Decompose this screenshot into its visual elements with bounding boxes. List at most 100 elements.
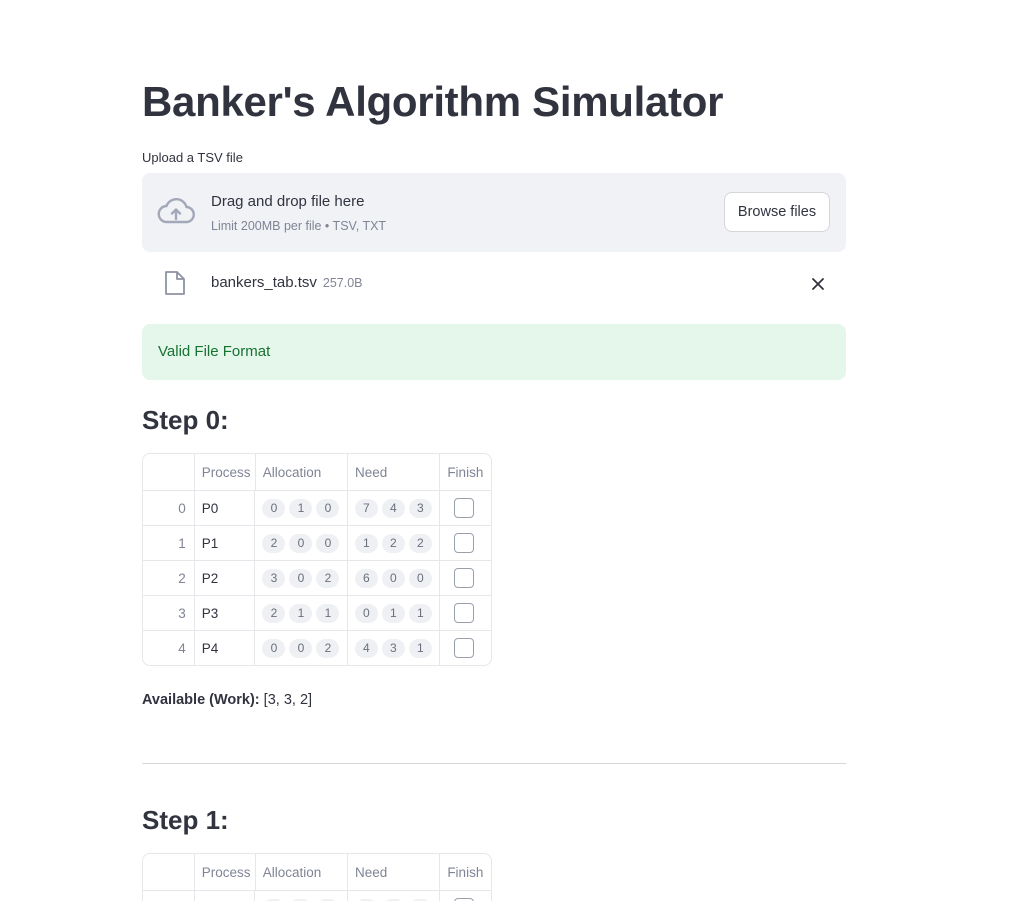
- step-0-heading: Step 0:: [142, 405, 229, 435]
- need-cell: 6 0 0: [346, 561, 439, 595]
- table-row: 0 P0 0 1 0 7 4 3: [143, 490, 491, 525]
- need-value: 6: [354, 568, 378, 588]
- allocation-value: 1: [289, 498, 313, 518]
- finish-checkbox[interactable]: [454, 603, 475, 623]
- allocation-value: 1: [289, 603, 313, 623]
- column-header-process[interactable]: Process: [193, 854, 255, 890]
- need-cell: 0 1 1: [346, 596, 439, 630]
- file-size: 257.0B: [322, 276, 363, 290]
- need-value: 1: [408, 603, 432, 623]
- need-cell: [346, 891, 439, 901]
- page-title: Banker's Algorithm Simulator: [142, 78, 724, 125]
- allocation-value: 0: [316, 498, 340, 518]
- available-work: Available (Work): [3, 3, 2]: [142, 692, 312, 708]
- process-cell: P4: [193, 631, 255, 665]
- process-cell: P2: [193, 561, 255, 595]
- need-value: 7: [354, 498, 378, 518]
- need-value: 4: [381, 498, 405, 518]
- file-name-text: bankers_tab.tsv: [211, 274, 317, 291]
- finish-cell: [439, 561, 491, 595]
- column-header-need[interactable]: Need: [347, 854, 439, 890]
- finish-checkbox[interactable]: [454, 533, 475, 553]
- need-value: 0: [408, 568, 432, 588]
- step-1-table: Process Allocation Need Finish: [142, 853, 492, 901]
- need-cell: 1 2 2: [346, 526, 439, 560]
- need-value: 1: [354, 533, 378, 553]
- table-header-row: Process Allocation Need Finish: [143, 454, 491, 490]
- row-index: 4: [178, 640, 186, 656]
- allocation-value: 0: [262, 638, 286, 658]
- allocation-value: 0: [289, 568, 313, 588]
- process-cell: P0: [193, 491, 255, 525]
- finish-cell: [439, 526, 491, 560]
- column-header-finish[interactable]: Finish: [439, 854, 491, 890]
- allocation-value: 0: [289, 638, 313, 658]
- process-cell: P1: [193, 526, 255, 560]
- allocation-value: 2: [316, 568, 340, 588]
- need-value: 2: [381, 533, 405, 553]
- file-dropzone[interactable]: Drag and drop file here Limit 200MB per …: [142, 173, 846, 252]
- row-index: 2: [178, 570, 186, 586]
- status-success-alert: Valid File Format: [142, 324, 846, 380]
- need-value: 1: [408, 638, 432, 658]
- allocation-cell: 2 1 1: [254, 596, 346, 630]
- uploaded-file-row: bankers_tab.tsv 257.0B: [142, 264, 846, 304]
- row-index: 3: [178, 605, 186, 621]
- finish-cell: [439, 596, 491, 630]
- finish-checkbox[interactable]: [454, 498, 475, 518]
- need-value: 0: [381, 568, 405, 588]
- table-row: 3 P3 2 1 1 0 1 1: [143, 595, 491, 630]
- column-header-need[interactable]: Need: [347, 454, 439, 490]
- column-header-process[interactable]: Process: [193, 454, 255, 490]
- need-value: 3: [408, 498, 432, 518]
- allocation-value: 3: [262, 568, 286, 588]
- column-header-allocation[interactable]: Allocation: [254, 854, 347, 890]
- upload-label: Upload a TSV file: [142, 150, 243, 165]
- process-cell: [193, 891, 255, 901]
- row-index: 1: [178, 535, 186, 551]
- step-divider: [142, 763, 846, 764]
- finish-cell: [439, 631, 491, 665]
- need-cell: 4 3 1: [346, 631, 439, 665]
- need-value: 2: [408, 533, 432, 553]
- column-header-allocation[interactable]: Allocation: [254, 454, 347, 490]
- allocation-cell: 0 1 0: [254, 491, 346, 525]
- table-row: 4 P4 0 0 2 4 3 1: [143, 630, 491, 665]
- column-header-index: [143, 854, 194, 890]
- finish-cell: [439, 491, 491, 525]
- uploaded-file-name: bankers_tab.tsv 257.0B: [211, 274, 363, 291]
- allocation-value: 1: [316, 603, 340, 623]
- need-value: 1: [381, 603, 405, 623]
- allocation-value: 2: [262, 603, 286, 623]
- column-header-index: [143, 454, 194, 490]
- file-icon: [164, 270, 186, 296]
- table-row: [143, 890, 491, 901]
- allocation-value: 0: [262, 498, 286, 518]
- allocation-cell: [254, 891, 346, 901]
- finish-cell: [439, 891, 491, 901]
- close-icon[interactable]: [808, 273, 828, 295]
- row-index: 0: [178, 500, 186, 516]
- need-value: 0: [354, 603, 378, 623]
- allocation-value: 2: [316, 638, 340, 658]
- dropzone-title: Drag and drop file here: [211, 193, 365, 210]
- available-label: Available (Work):: [142, 692, 260, 708]
- allocation-value: 0: [289, 533, 313, 553]
- step-1-heading: Step 1:: [142, 805, 229, 835]
- column-header-finish[interactable]: Finish: [439, 454, 491, 490]
- allocation-cell: 2 0 0: [254, 526, 346, 560]
- finish-checkbox[interactable]: [454, 568, 475, 588]
- need-value: 3: [381, 638, 405, 658]
- allocation-cell: 0 0 2: [254, 631, 346, 665]
- cloud-upload-icon: [157, 197, 195, 227]
- finish-checkbox[interactable]: [454, 638, 475, 658]
- allocation-value: 2: [262, 533, 286, 553]
- allocation-cell: 3 0 2: [254, 561, 346, 595]
- table-row: 2 P2 3 0 2 6 0 0: [143, 560, 491, 595]
- need-value: 4: [354, 638, 378, 658]
- row-index: [143, 891, 194, 901]
- available-value: [3, 3, 2]: [263, 692, 313, 708]
- browse-files-button[interactable]: Browse files: [724, 192, 830, 232]
- table-header-row: Process Allocation Need Finish: [143, 854, 491, 890]
- process-cell: P3: [193, 596, 255, 630]
